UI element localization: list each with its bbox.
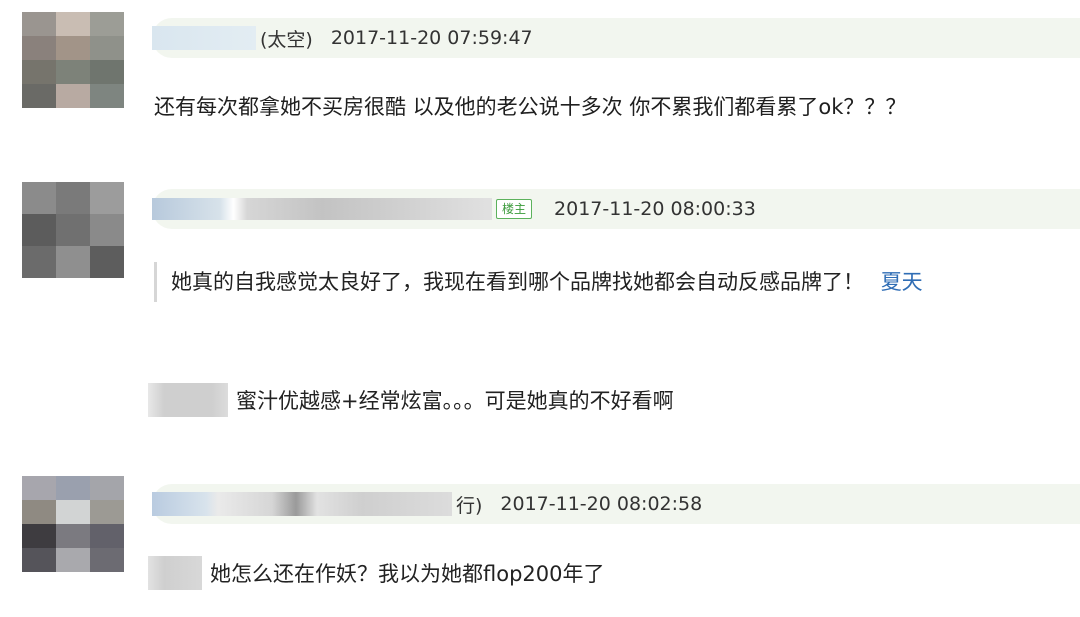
quote-author-link[interactable]: 夏天	[881, 270, 923, 294]
reply-line: 她怎么还在作妖？我以为她都flop200年了	[148, 556, 605, 590]
username-suffix: (太空)	[260, 28, 313, 51]
avatar[interactable]	[22, 476, 124, 572]
blurred-username[interactable]	[152, 198, 492, 220]
blurred-username[interactable]	[148, 556, 202, 590]
blurred-username[interactable]	[148, 383, 228, 417]
op-badge: 楼主	[496, 199, 533, 219]
reply-line: 蜜汁优越感+经常炫富。。。可是她真的不好看啊	[148, 383, 674, 417]
comment-header: 楼主 2017-11-20 08:00:33	[152, 189, 1080, 229]
reply-text: 蜜汁优越感+经常炫富。。。可是她真的不好看啊	[236, 389, 674, 413]
comment-text: 她怎么还在作妖？我以为她都flop200年了	[210, 562, 605, 586]
comment-header: 行) 2017-11-20 08:02:58	[152, 484, 1080, 524]
quote-text: 她真的自我感觉太良好了，我现在看到哪个品牌找她都会自动反感品牌了！	[171, 270, 864, 294]
timestamp: 2017-11-20 08:00:33	[554, 198, 756, 220]
blurred-username[interactable]	[152, 26, 256, 50]
timestamp: 2017-11-20 07:59:47	[330, 27, 533, 49]
timestamp: 2017-11-20 08:02:58	[500, 493, 703, 515]
username-suffix: 行)	[456, 494, 483, 517]
avatar[interactable]	[22, 182, 124, 278]
comment-text: 还有每次都拿她不买房很酷 以及他的老公说十多次 你不累我们都看累了ok？？？	[154, 95, 907, 119]
quoted-reply: 她真的自我感觉太良好了，我现在看到哪个品牌找她都会自动反感品牌了！ 夏天	[154, 262, 971, 302]
blurred-username[interactable]	[152, 492, 452, 516]
avatar[interactable]	[22, 12, 124, 108]
comment-header: (太空) 2017-11-20 07:59:47	[152, 18, 1080, 58]
